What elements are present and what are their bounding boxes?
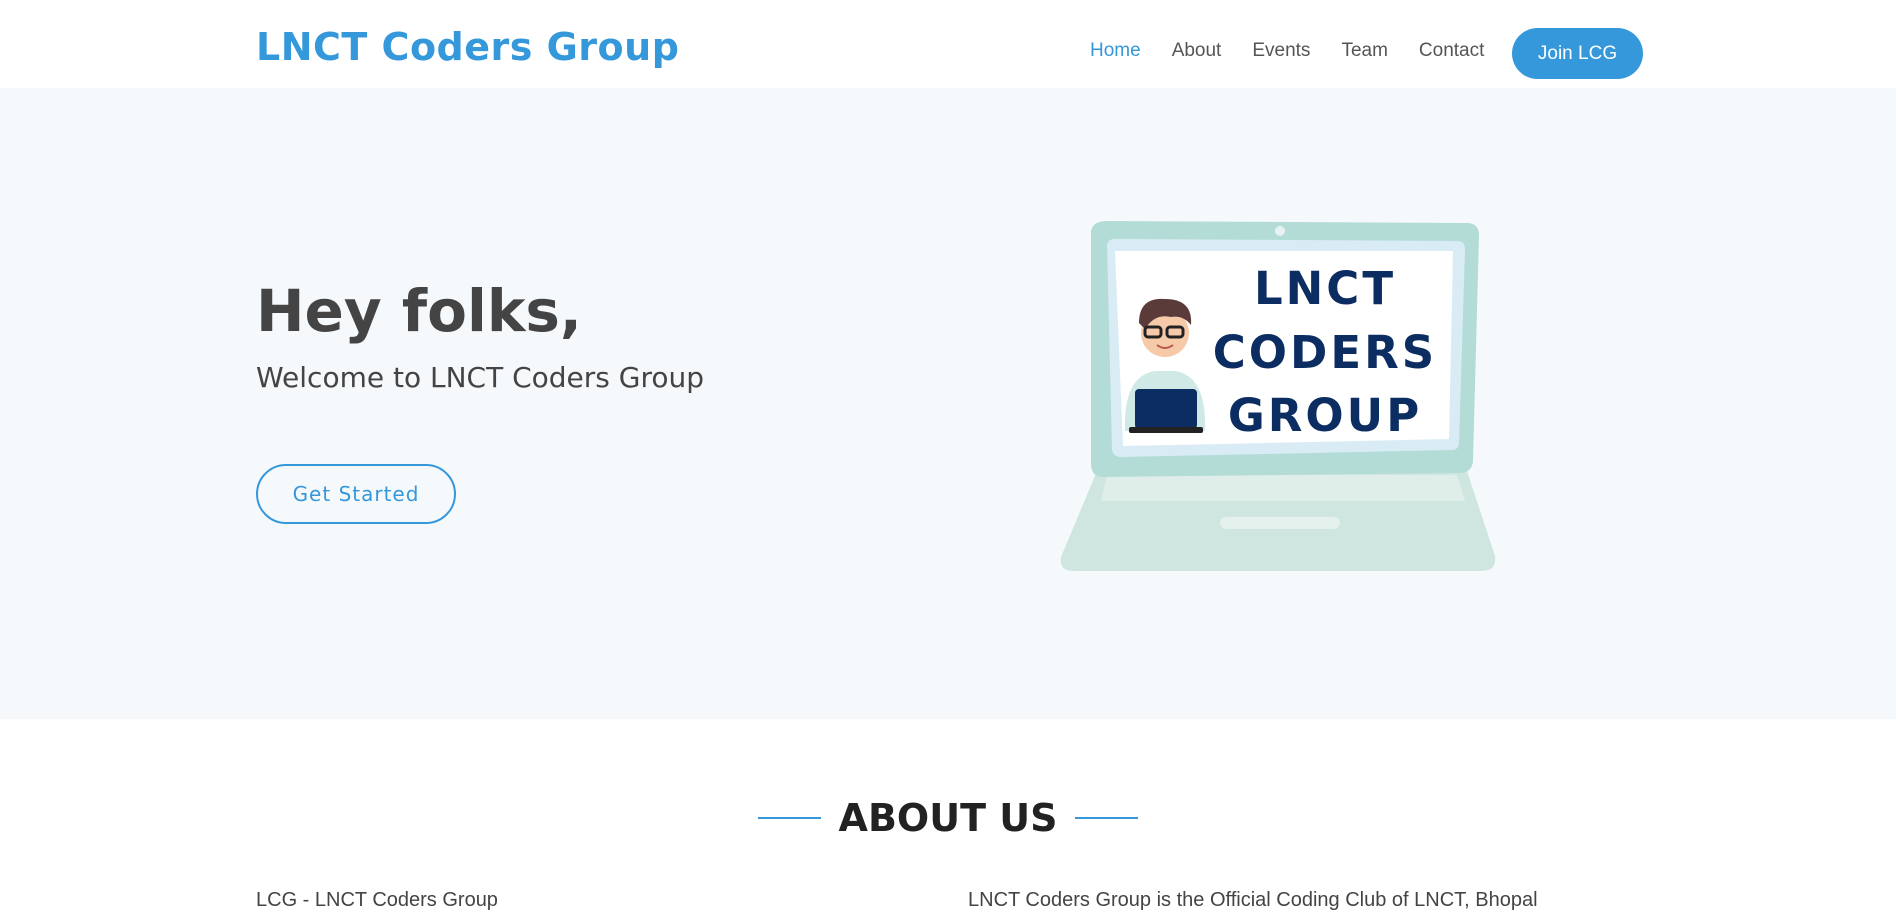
nav-item-contact[interactable]: Contact — [1419, 40, 1484, 62]
about-divider-right — [1075, 817, 1139, 819]
about-heading: ABOUT US — [0, 796, 1896, 840]
about-left-text: LCG - LNCT Coders Group — [256, 889, 498, 911]
illustration-text-group: GROUP — [1228, 389, 1422, 442]
nav-item-events[interactable]: Events — [1252, 40, 1310, 62]
nav-item-team[interactable]: Team — [1341, 40, 1387, 62]
join-lcg-button[interactable]: Join LCG — [1512, 28, 1643, 79]
hero-subtitle: Welcome to LNCT Coders Group — [256, 361, 705, 394]
illustration-text-coders: CODERS — [1213, 326, 1437, 379]
site-logo[interactable]: LNCT Coders Group — [256, 28, 679, 66]
about-title: ABOUT US — [838, 796, 1058, 840]
main-nav: Home About Events Team Contact — [1090, 40, 1484, 62]
nav-item-about[interactable]: About — [1172, 40, 1222, 62]
laptop-illustration: LNCT CODERS GROUP — [1060, 221, 1496, 571]
nav-item-home[interactable]: Home — [1090, 40, 1141, 62]
site-header: LNCT Coders Group Home About Events Team… — [0, 0, 1896, 88]
mini-laptop-base — [1129, 427, 1203, 433]
about-right-text: LNCT Coders Group is the Official Coding… — [968, 889, 1538, 911]
hero-section: Hey folks, Welcome to LNCT Coders Group … — [0, 88, 1896, 719]
get-started-button[interactable]: Get Started — [256, 464, 456, 524]
laptop-trackpad — [1220, 517, 1340, 529]
illustration-text-lnct: LNCT — [1254, 262, 1396, 315]
about-divider-left — [757, 817, 821, 819]
mini-laptop-screen — [1135, 389, 1197, 429]
laptop-keyboard — [1101, 475, 1465, 501]
hero-title: Hey folks, — [256, 277, 582, 345]
laptop-camera — [1275, 226, 1285, 236]
